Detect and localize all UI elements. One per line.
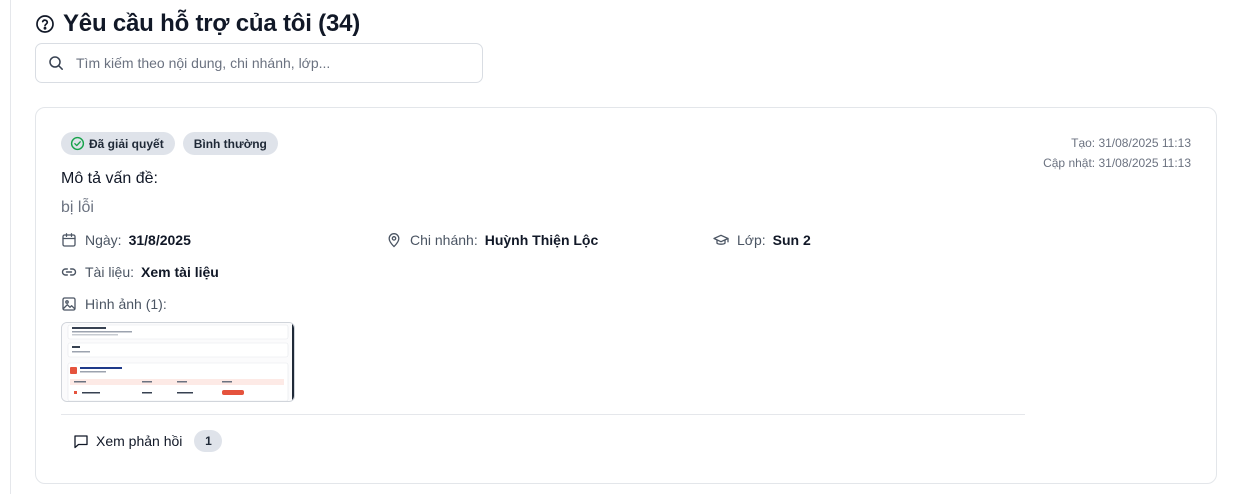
- branch-label: Chi nhánh:: [410, 232, 478, 248]
- document-row: Tài liệu: Xem tài liệu: [61, 264, 219, 280]
- badge-group: Đã giải quyết Bình thường: [61, 132, 278, 155]
- document-link[interactable]: Xem tài liệu: [141, 264, 219, 280]
- check-circle-icon: [70, 136, 85, 151]
- status-badge: Đã giải quyết: [61, 132, 175, 155]
- images-row: Hình ảnh (1):: [61, 296, 174, 312]
- date-label: Ngày:: [85, 232, 122, 248]
- link-icon: [61, 264, 77, 280]
- status-badge-label: Đã giải quyết: [89, 136, 164, 151]
- page-header: Yêu cầu hỗ trợ của tôi (34): [35, 10, 360, 38]
- description-text: bị lỗi: [61, 199, 94, 216]
- priority-badge: Bình thường: [182, 132, 278, 155]
- class-value: Sun 2: [772, 232, 811, 248]
- description-label: Mô tả vấn đề:: [61, 170, 158, 187]
- images-label: Hình ảnh (1):: [85, 296, 167, 312]
- search-icon: [48, 55, 64, 71]
- class-label: Lớp:: [737, 232, 766, 248]
- branch-row: Chi nhánh: Huỳnh Thiện Lộc: [386, 232, 598, 248]
- date-row: Ngày: 31/8/2025: [61, 232, 191, 248]
- search-box[interactable]: [35, 43, 483, 83]
- feedback-count-badge: 1: [194, 430, 223, 452]
- view-feedback-button[interactable]: Xem phản hồi 1: [73, 428, 223, 454]
- branch-value: Huỳnh Thiện Lộc: [484, 232, 599, 248]
- updated-time: Cập nhật: 31/08/2025 11:13: [1043, 156, 1191, 170]
- help-circle-icon: [35, 14, 55, 34]
- date-value: 31/8/2025: [128, 232, 191, 248]
- map-pin-icon: [386, 232, 402, 248]
- ticket-card: Đã giải quyết Bình thường Tạo: 31/08/202…: [35, 107, 1217, 484]
- timestamps: Tạo: 31/08/2025 11:13 Cập nhật: 31/08/20…: [1043, 133, 1191, 173]
- created-time: Tạo: 31/08/2025 11:13: [1071, 136, 1191, 150]
- document-label: Tài liệu:: [85, 264, 135, 280]
- screenshot-preview: [62, 323, 294, 401]
- search-input[interactable]: [76, 55, 466, 71]
- image-icon: [61, 296, 77, 312]
- class-row: Lớp: Sun 2: [713, 232, 811, 248]
- message-square-icon: [73, 433, 89, 449]
- view-feedback-label: Xem phản hồi: [96, 433, 183, 449]
- graduation-cap-icon: [713, 232, 729, 248]
- page-title: Yêu cầu hỗ trợ của tôi (34): [63, 10, 361, 37]
- calendar-icon: [61, 232, 77, 248]
- attachment-thumbnail[interactable]: [61, 322, 295, 402]
- left-border: [10, 0, 11, 494]
- card-divider: [61, 414, 1025, 415]
